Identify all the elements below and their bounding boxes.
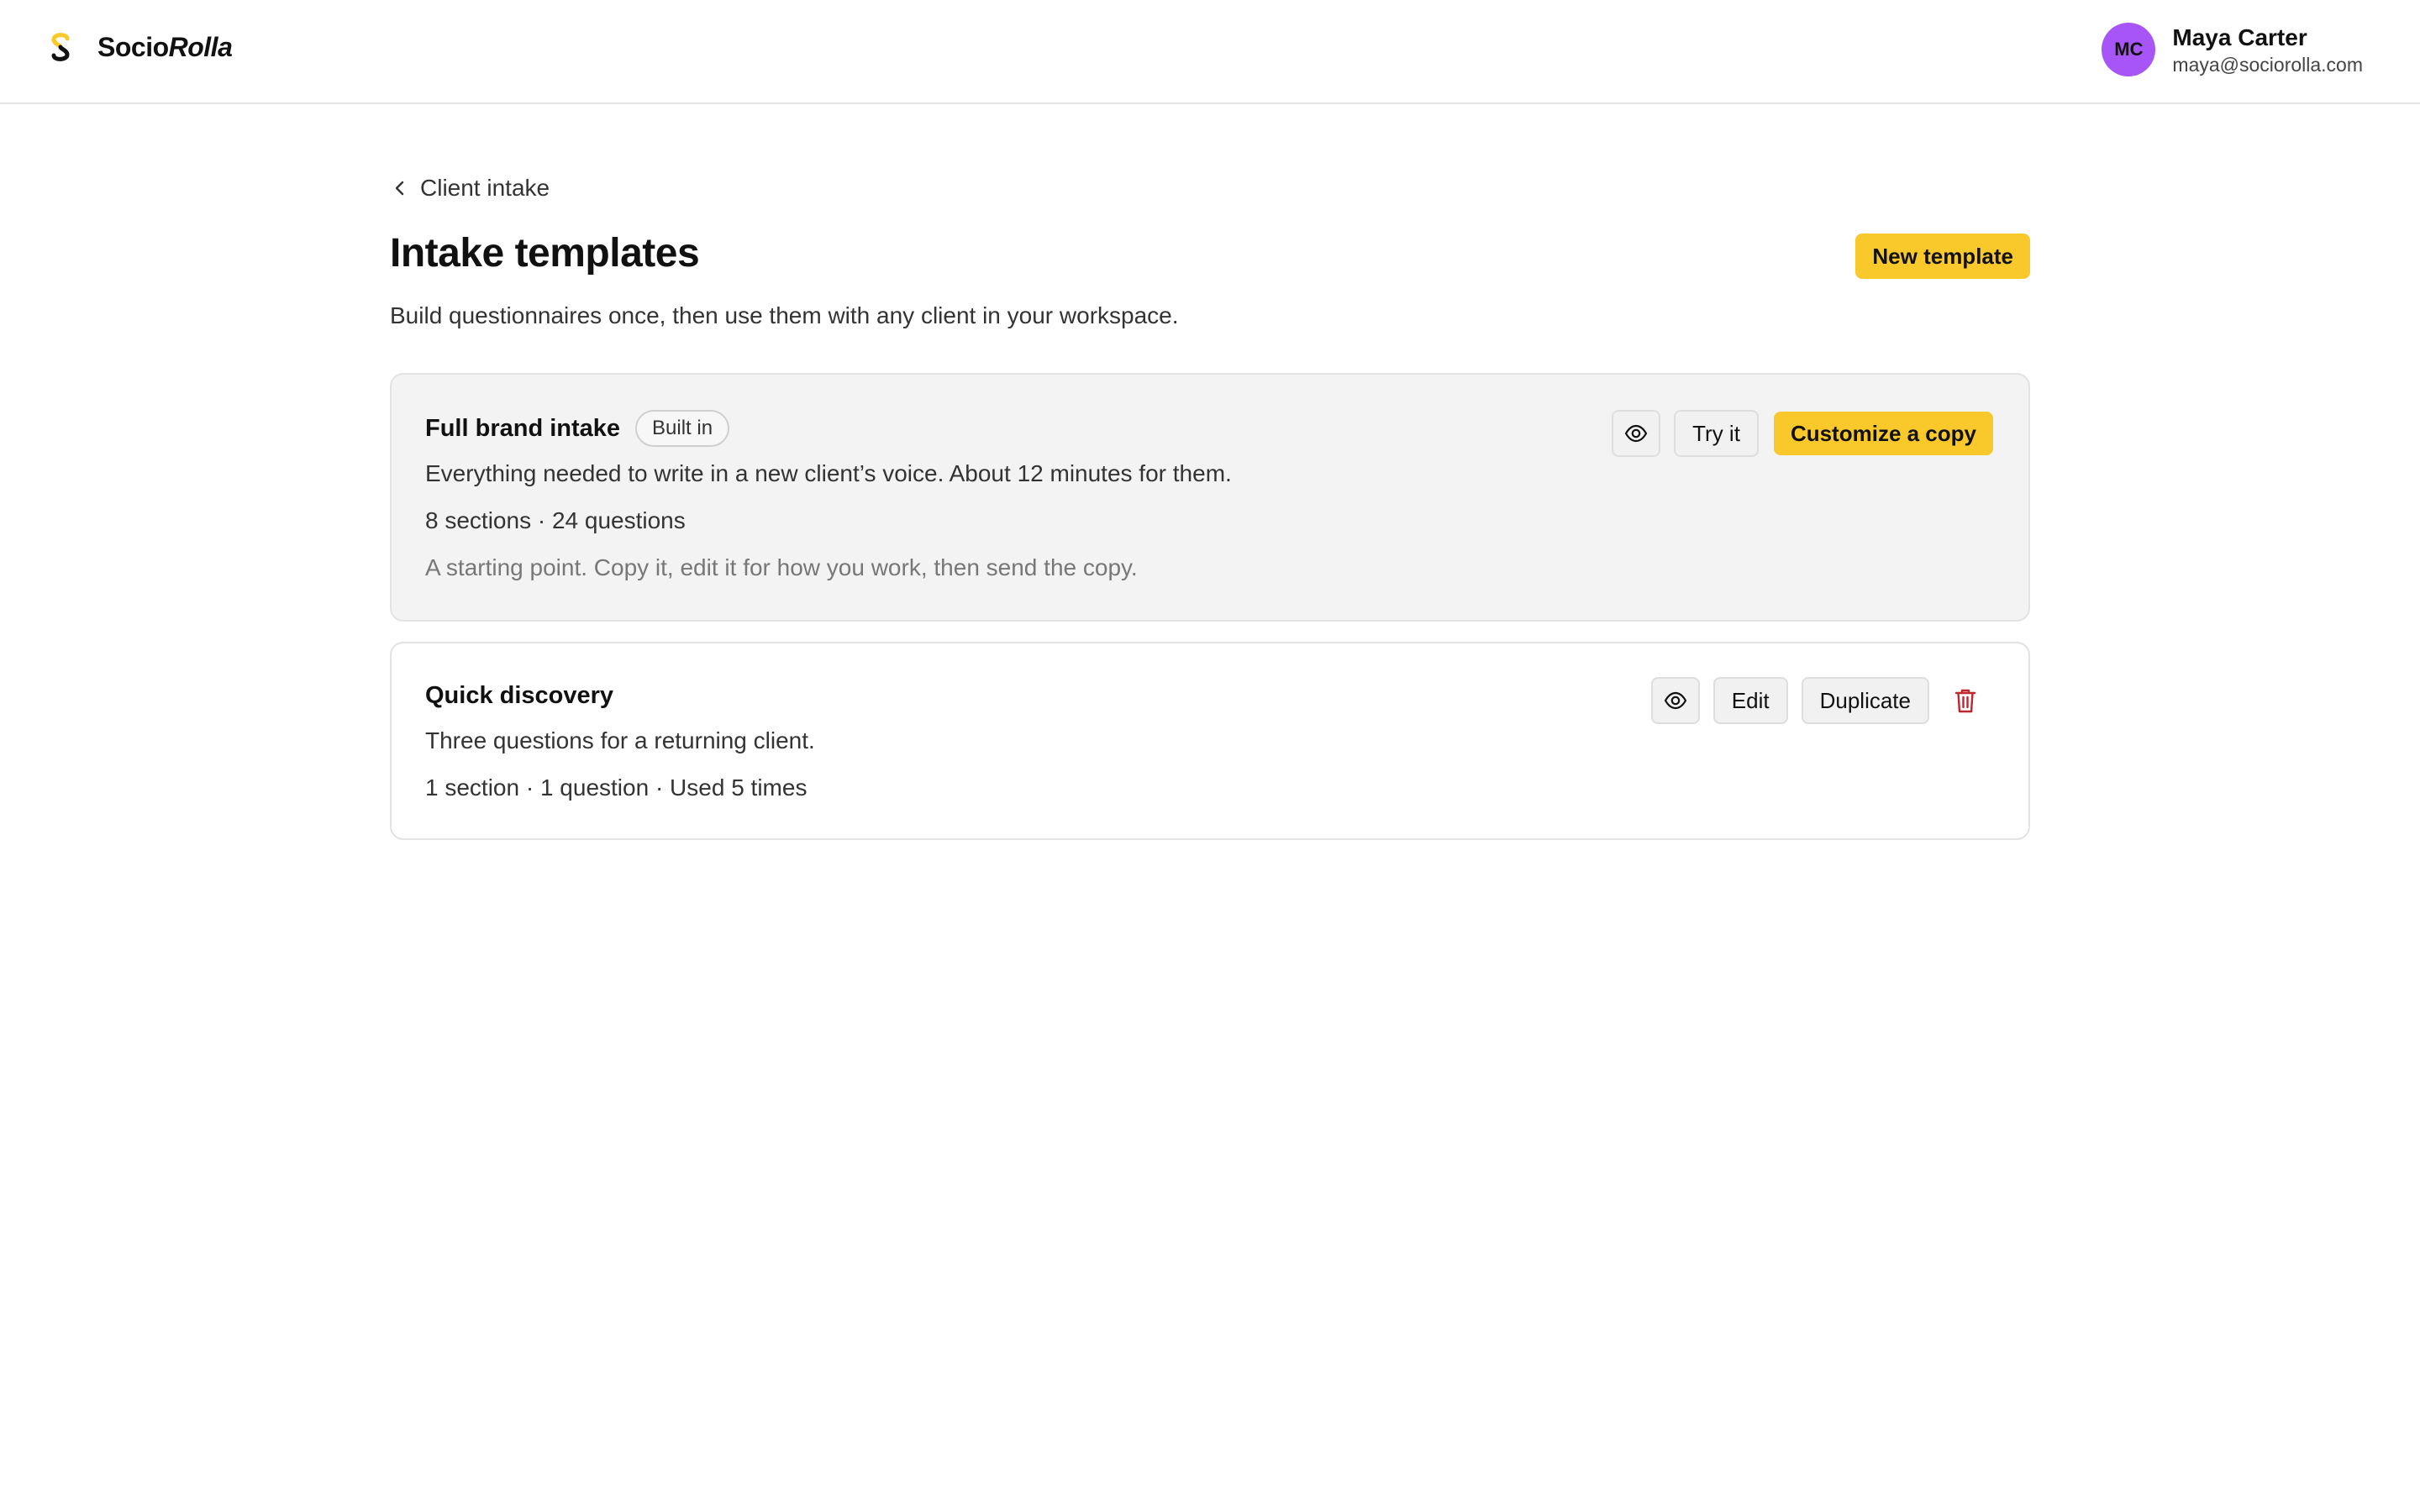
top-bar: SocioRolla MC Maya Carter maya@socioroll… [0, 0, 2420, 104]
user-menu[interactable]: MC Maya Carter maya@sociorolla.com [2102, 22, 2363, 77]
template-title: Quick discovery [425, 681, 614, 709]
card-title-row: Quick discovery [425, 675, 613, 716]
chevron-left-icon [395, 181, 404, 196]
duplicate-button[interactable]: Duplicate [1801, 677, 1929, 724]
eye-icon [1664, 691, 1686, 710]
template-note: A starting point. Copy it, edit it for h… [425, 554, 1138, 580]
eye-icon [1625, 424, 1648, 443]
page-subtitle: Build questionnaires once, then use them… [390, 302, 1179, 328]
edit-button[interactable]: Edit [1712, 677, 1788, 724]
brand-name: SocioRolla [97, 31, 233, 63]
user-info: Maya Carter maya@sociorolla.com [2172, 23, 2363, 76]
trash-icon [1954, 689, 1976, 713]
template-meta: 8 sections · 24 questions [425, 507, 686, 533]
user-email: maya@sociorolla.com [2172, 54, 2363, 76]
template-card-quick-discovery: Quick discovery Three questions for a re… [390, 642, 2030, 840]
user-name: Maya Carter [2172, 24, 2307, 50]
template-description: Everything needed to write in a new clie… [425, 460, 1232, 486]
template-card-full-brand-intake: Full brand intake Built in Everything ne… [390, 373, 2030, 622]
template-meta: 1 section · 1 question · Used 5 times [425, 774, 808, 801]
preview-button[interactable] [1612, 410, 1661, 457]
delete-button[interactable] [1944, 677, 1986, 724]
new-template-button[interactable]: New template [1855, 234, 2030, 279]
brand[interactable]: SocioRolla [45, 30, 233, 64]
template-actions: Try it Customize a copy [1612, 410, 1993, 457]
page-title: Intake templates [390, 231, 700, 276]
built-in-badge: Built in [635, 410, 730, 447]
card-title-row: Full brand intake Built in [425, 408, 730, 449]
template-title: Full brand intake [425, 414, 621, 442]
brand-name-part1: Socio [97, 31, 169, 62]
template-actions: Edit Duplicate [1650, 677, 1986, 724]
try-it-button[interactable]: Try it [1674, 410, 1759, 457]
brand-name-part2: Rolla [168, 31, 233, 62]
template-description: Three questions for a returning client. [425, 727, 815, 753]
breadcrumb-label: Client intake [420, 175, 550, 201]
preview-button[interactable] [1650, 677, 1700, 724]
brand-logo-icon [51, 33, 70, 61]
avatar: MC [2102, 23, 2156, 76]
customize-copy-button[interactable]: Customize a copy [1773, 412, 1993, 455]
breadcrumb-back-link[interactable]: Client intake [390, 171, 550, 205]
